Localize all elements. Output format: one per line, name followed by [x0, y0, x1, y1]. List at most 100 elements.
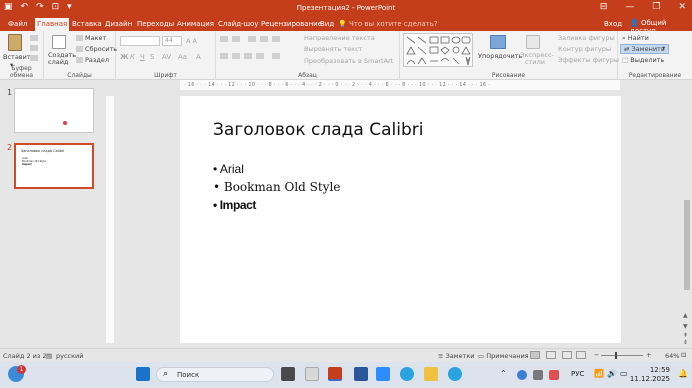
- powerpoint-icon[interactable]: [328, 367, 342, 381]
- task-view-icon[interactable]: [281, 367, 295, 381]
- tray-app-icon[interactable]: [549, 370, 559, 380]
- zoom-slider[interactable]: [601, 355, 643, 356]
- bold-button[interactable]: Ж: [120, 53, 129, 61]
- notifications-icon[interactable]: 🔔: [678, 369, 688, 378]
- slideshow-view-icon[interactable]: [576, 351, 586, 359]
- tab-design[interactable]: Дизайн: [103, 19, 134, 31]
- increase-indent-icon[interactable]: [260, 36, 268, 42]
- char-spacing-button[interactable]: AV: [162, 53, 171, 61]
- minimize-icon[interactable]: —: [625, 2, 634, 12]
- italic-button[interactable]: К: [130, 53, 135, 61]
- cut-icon[interactable]: [30, 35, 38, 41]
- layout-button[interactable]: Макет: [85, 34, 106, 42]
- reset-button[interactable]: Сбросить: [85, 45, 117, 53]
- prev-slide-icon[interactable]: ⇞: [683, 332, 688, 339]
- tray-app-icon[interactable]: [517, 370, 527, 380]
- justify-icon[interactable]: [256, 53, 264, 59]
- scroll-down-icon[interactable]: ▼: [683, 323, 688, 330]
- fit-slide-icon[interactable]: ⊡: [681, 351, 686, 359]
- ribbon-display-icon[interactable]: ⊟: [600, 2, 608, 12]
- scrollbar-thumb[interactable]: [684, 200, 690, 290]
- app-icon[interactable]: [305, 367, 319, 381]
- tab-animations[interactable]: Анимация: [175, 19, 216, 31]
- find-button[interactable]: ⌕ Найти: [622, 34, 649, 43]
- bullet-arial[interactable]: • Arial: [213, 162, 244, 176]
- underline-button[interactable]: Ч: [140, 53, 145, 61]
- zoom-in-icon[interactable]: +: [646, 351, 651, 359]
- new-slide-button[interactable]: Создать слайд: [48, 52, 76, 66]
- shape-outline-button[interactable]: Контур фигуры: [558, 45, 611, 53]
- section-button[interactable]: Раздел: [85, 56, 109, 64]
- bullet-impact[interactable]: • Impact: [213, 198, 256, 212]
- zoom-slider-thumb[interactable]: [615, 352, 617, 359]
- numbering-icon[interactable]: [232, 36, 240, 42]
- change-case-button[interactable]: Aa: [178, 53, 187, 61]
- zoom-out-icon[interactable]: −: [594, 351, 599, 359]
- tab-home[interactable]: Главная: [35, 18, 70, 31]
- copy-icon[interactable]: [30, 45, 38, 51]
- quick-styles-icon[interactable]: [526, 35, 540, 49]
- select-button[interactable]: ⬚ Выделить: [622, 56, 664, 64]
- close-icon[interactable]: ✕: [678, 2, 686, 12]
- tell-me-search[interactable]: 💡 Что вы хотите сделать?: [338, 20, 438, 28]
- quick-styles-button[interactable]: Экспресс-стили: [520, 52, 554, 66]
- scroll-up-icon[interactable]: ▲: [683, 312, 688, 319]
- input-language[interactable]: РУС: [571, 370, 584, 378]
- arrange-icon[interactable]: [490, 35, 506, 49]
- shape-effects-button[interactable]: Эффекты фигуры: [558, 56, 619, 64]
- restore-icon[interactable]: ❐: [652, 2, 660, 12]
- slide-sorter-icon[interactable]: [546, 351, 556, 359]
- notes-button[interactable]: ≡ Заметки: [438, 352, 475, 360]
- clock-time[interactable]: 12:59: [640, 366, 670, 374]
- format-painter-icon[interactable]: [30, 55, 38, 61]
- normal-view-icon[interactable]: [530, 351, 540, 359]
- slide-thumbnail-2[interactable]: Заголовок слада Calibri Arial Bookman Ol…: [14, 143, 94, 189]
- decrease-indent-icon[interactable]: [248, 36, 256, 42]
- language-indicator[interactable]: русский: [56, 352, 84, 360]
- align-text-button[interactable]: Выровнять текст: [304, 45, 362, 53]
- comments-button[interactable]: ▭ Примечания: [478, 352, 529, 360]
- font-grow-icon[interactable]: A A: [186, 37, 197, 45]
- tray-app-icon[interactable]: [533, 370, 543, 380]
- reading-view-icon[interactable]: [562, 351, 572, 359]
- start-icon[interactable]: [136, 367, 150, 381]
- tab-insert[interactable]: Вставка: [70, 19, 104, 31]
- align-right-icon[interactable]: [244, 53, 252, 59]
- shapes-gallery[interactable]: [403, 33, 473, 67]
- clock-date[interactable]: 11.12.2025: [626, 375, 670, 383]
- tray-chevron-icon[interactable]: ⌃: [500, 369, 507, 378]
- shape-fill-button[interactable]: Заливка фигуры: [558, 34, 615, 42]
- font-size-box[interactable]: 44: [162, 36, 182, 46]
- text-direction-button[interactable]: Направление текста: [304, 34, 375, 42]
- volume-icon[interactable]: 🔊: [607, 369, 617, 378]
- telegram-icon[interactable]: [400, 367, 414, 381]
- new-slide-icon[interactable]: [52, 35, 66, 49]
- next-slide-icon[interactable]: ⇟: [683, 339, 688, 346]
- arrange-button[interactable]: Упорядочить: [478, 52, 522, 60]
- font-name-box[interactable]: [120, 36, 160, 46]
- slide-thumbnail-1[interactable]: [14, 88, 94, 133]
- tab-file[interactable]: Файл: [6, 19, 29, 31]
- strikethrough-button[interactable]: S: [150, 53, 154, 61]
- bullet-bookman[interactable]: • Bookman Old Style: [213, 180, 340, 194]
- bullets-icon[interactable]: [220, 36, 228, 42]
- zoom-level[interactable]: 64%: [665, 352, 679, 360]
- paste-icon[interactable]: [8, 34, 22, 51]
- align-center-icon[interactable]: [232, 53, 240, 59]
- wifi-icon[interactable]: 📶: [594, 369, 604, 378]
- tab-review[interactable]: Рецензирование: [259, 19, 324, 31]
- tab-slideshow[interactable]: Слайд-шоу: [216, 19, 260, 31]
- tab-view[interactable]: Вид: [318, 19, 336, 31]
- tab-transitions[interactable]: Переходы: [135, 19, 176, 31]
- taskbar-search[interactable]: ⌕ Поиск: [156, 367, 274, 382]
- messenger-icon[interactable]: [448, 367, 462, 381]
- font-color-button[interactable]: A: [196, 53, 201, 61]
- slide-canvas[interactable]: Заголовок слада Calibri • Arial • Bookma…: [180, 96, 621, 343]
- convert-smartart-button[interactable]: Преобразовать в SmartArt: [304, 57, 393, 65]
- sign-in-link[interactable]: Вход: [604, 20, 622, 28]
- line-spacing-icon[interactable]: [272, 36, 280, 42]
- replace-dropdown-icon[interactable]: ▾: [662, 44, 665, 52]
- spellcheck-icon[interactable]: ▤: [46, 352, 52, 360]
- zoom-app-icon[interactable]: [376, 367, 390, 381]
- file-explorer-icon[interactable]: [424, 367, 438, 381]
